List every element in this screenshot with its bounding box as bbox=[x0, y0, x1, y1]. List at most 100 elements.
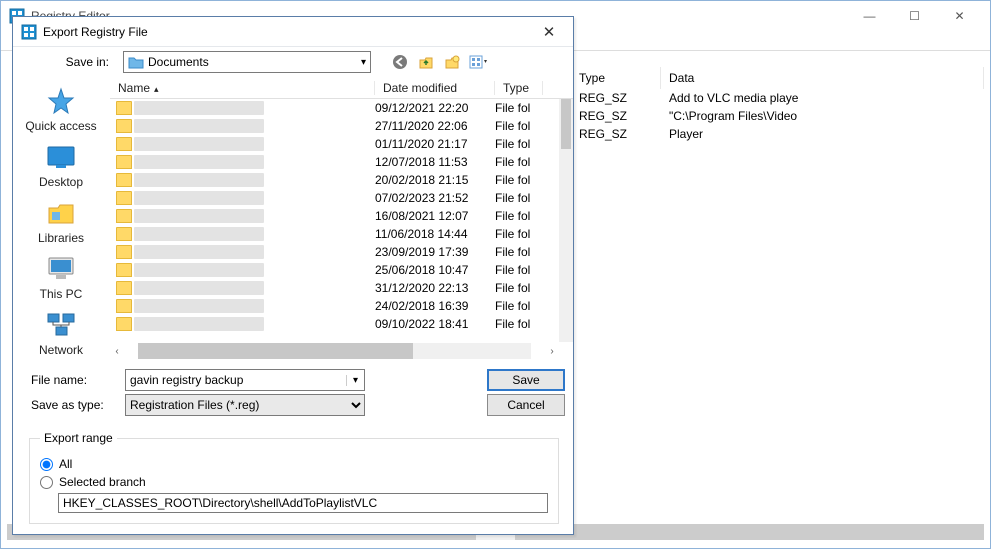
file-row[interactable]: 09/10/2022 18:41File fol bbox=[110, 315, 559, 333]
folder-icon bbox=[116, 119, 132, 133]
network-icon bbox=[45, 309, 77, 341]
file-row[interactable]: 07/02/2023 21:52File fol bbox=[110, 189, 559, 207]
dialog-titlebar: Export Registry File ✕ bbox=[13, 17, 573, 47]
dialog-close-button[interactable]: ✕ bbox=[533, 23, 565, 41]
file-row[interactable]: 25/06/2018 10:47File fol bbox=[110, 261, 559, 279]
folder-icon bbox=[116, 263, 132, 277]
col-date[interactable]: Date modified bbox=[375, 81, 495, 95]
save-as-type-label: Save as type: bbox=[21, 398, 125, 412]
file-row[interactable]: 31/12/2020 22:13File fol bbox=[110, 279, 559, 297]
export-range-legend: Export range bbox=[40, 431, 117, 445]
view-menu-button[interactable] bbox=[467, 51, 489, 73]
file-date: 20/02/2018 21:15 bbox=[375, 173, 495, 187]
folder-icon bbox=[116, 173, 132, 187]
file-row[interactable]: 11/06/2018 14:44File fol bbox=[110, 225, 559, 243]
file-type: File fol bbox=[495, 101, 543, 115]
file-date: 23/09/2019 17:39 bbox=[375, 245, 495, 259]
folder-icon bbox=[116, 317, 132, 331]
bg-col-data[interactable]: Data bbox=[661, 67, 984, 89]
file-row[interactable]: 12/07/2018 11:53File fol bbox=[110, 153, 559, 171]
bg-row[interactable]: REG_SZAdd to VLC media playe bbox=[571, 89, 984, 107]
export-range-group: Export range All Selected branch bbox=[13, 427, 573, 534]
scroll-right-icon[interactable]: › bbox=[545, 346, 559, 357]
scroll-left-icon[interactable]: ‹ bbox=[110, 346, 124, 357]
file-type: File fol bbox=[495, 317, 543, 331]
folder-icon bbox=[116, 191, 132, 205]
file-row[interactable]: 20/02/2018 21:15File fol bbox=[110, 171, 559, 189]
bg-maximize-button[interactable]: ☐ bbox=[892, 2, 937, 30]
file-name-blurred bbox=[134, 263, 264, 277]
libraries-icon bbox=[45, 197, 77, 229]
back-button[interactable] bbox=[389, 51, 411, 73]
this-pc-icon bbox=[45, 253, 77, 285]
file-type: File fol bbox=[495, 137, 543, 151]
new-folder-button[interactable] bbox=[441, 51, 463, 73]
file-date: 12/07/2018 11:53 bbox=[375, 155, 495, 169]
up-one-level-button[interactable] bbox=[415, 51, 437, 73]
file-list-hscroll[interactable]: ‹ › bbox=[110, 342, 559, 360]
bg-listview: Type Data REG_SZAdd to VLC media playe R… bbox=[571, 67, 984, 143]
place-desktop[interactable]: Desktop bbox=[39, 141, 83, 189]
file-type: File fol bbox=[495, 119, 543, 133]
file-name-blurred bbox=[134, 209, 264, 223]
folder-icon bbox=[116, 245, 132, 259]
file-rows: 09/12/2021 22:20File fol27/11/2020 22:06… bbox=[110, 99, 559, 342]
file-row[interactable]: 23/09/2019 17:39File fol bbox=[110, 243, 559, 261]
bg-close-button[interactable]: ✕ bbox=[937, 2, 982, 30]
place-quick-access[interactable]: Quick access bbox=[25, 85, 96, 133]
quick-access-icon bbox=[45, 85, 77, 117]
export-all-radio[interactable]: All bbox=[40, 457, 548, 471]
bg-window-controls: — ☐ ✕ bbox=[847, 2, 982, 30]
folder-icon bbox=[116, 281, 132, 295]
export-dialog: Export Registry File ✕ Save in: Document… bbox=[12, 16, 574, 535]
bg-rows: REG_SZAdd to VLC media playe REG_SZ"C:\P… bbox=[571, 89, 984, 143]
file-date: 09/12/2021 22:20 bbox=[375, 101, 495, 115]
file-row[interactable]: 16/08/2021 12:07File fol bbox=[110, 207, 559, 225]
col-type[interactable]: Type bbox=[495, 81, 543, 95]
dialog-toolbar: Save in: Documents ▾ bbox=[13, 47, 573, 77]
file-date: 25/06/2018 10:47 bbox=[375, 263, 495, 277]
file-name-blurred bbox=[134, 155, 264, 169]
bg-row[interactable]: REG_SZPlayer bbox=[571, 125, 984, 143]
file-date: 24/02/2018 16:39 bbox=[375, 299, 495, 313]
selected-branch-input[interactable] bbox=[58, 493, 548, 513]
folder-icon bbox=[116, 101, 132, 115]
export-selected-input[interactable] bbox=[40, 476, 53, 489]
file-name-label: File name: bbox=[21, 373, 125, 387]
bg-list-header: Type Data bbox=[571, 67, 984, 89]
cancel-button[interactable]: Cancel bbox=[487, 394, 565, 416]
save-button[interactable]: Save bbox=[487, 369, 565, 391]
file-list-vscroll[interactable] bbox=[559, 99, 573, 342]
file-name-blurred bbox=[134, 101, 264, 115]
file-name-blurred bbox=[134, 227, 264, 241]
folder-icon bbox=[116, 227, 132, 241]
file-name-input[interactable] bbox=[126, 373, 346, 387]
chevron-down-icon[interactable]: ▾ bbox=[346, 375, 364, 386]
export-all-input[interactable] bbox=[40, 458, 53, 471]
file-row[interactable]: 01/11/2020 21:17File fol bbox=[110, 135, 559, 153]
folder-icon bbox=[116, 137, 132, 151]
col-name[interactable]: Name▴ bbox=[110, 81, 375, 95]
file-name-combo[interactable]: ▾ bbox=[125, 369, 365, 391]
save-as-type-select[interactable]: Registration Files (*.reg) bbox=[125, 394, 365, 416]
export-selected-radio[interactable]: Selected branch bbox=[40, 475, 548, 489]
file-date: 16/08/2021 12:07 bbox=[375, 209, 495, 223]
bg-col-type[interactable]: Type bbox=[571, 67, 661, 89]
file-row[interactable]: 09/12/2021 22:20File fol bbox=[110, 99, 559, 117]
file-name-blurred bbox=[134, 245, 264, 259]
file-row[interactable]: 24/02/2018 16:39File fol bbox=[110, 297, 559, 315]
file-type: File fol bbox=[495, 209, 543, 223]
place-libraries[interactable]: Libraries bbox=[38, 197, 84, 245]
bg-minimize-button[interactable]: — bbox=[847, 2, 892, 30]
bg-row[interactable]: REG_SZ"C:\Program Files\Video bbox=[571, 107, 984, 125]
place-network[interactable]: Network bbox=[39, 309, 83, 357]
file-name-blurred bbox=[134, 299, 264, 313]
place-this-pc[interactable]: This PC bbox=[40, 253, 83, 301]
file-date: 27/11/2020 22:06 bbox=[375, 119, 495, 133]
file-row[interactable]: 27/11/2020 22:06File fol bbox=[110, 117, 559, 135]
save-in-combo[interactable]: Documents ▾ bbox=[123, 51, 371, 73]
save-in-value: Documents bbox=[148, 55, 209, 69]
dialog-title: Export Registry File bbox=[43, 25, 148, 39]
file-type: File fol bbox=[495, 191, 543, 205]
file-date: 11/06/2018 14:44 bbox=[375, 227, 495, 241]
